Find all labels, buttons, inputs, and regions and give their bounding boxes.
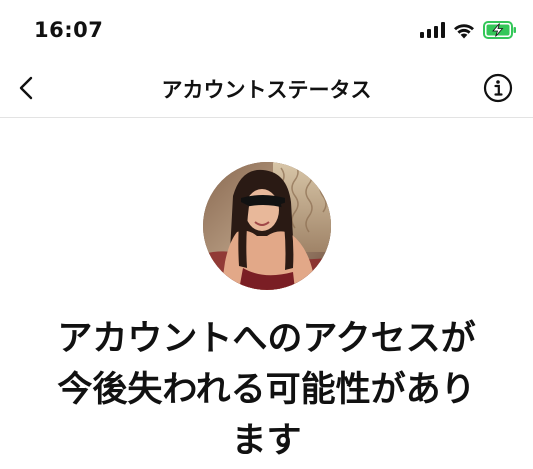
page-title: アカウントステータス — [161, 78, 372, 102]
headline-line: ます — [231, 421, 302, 461]
warning-headline: アカウントへのアクセスが 今後失われる可能性があり ます — [20, 314, 513, 467]
info-circle-icon — [483, 73, 513, 103]
wifi-icon — [453, 22, 475, 39]
status-time: 16:07 — [34, 18, 104, 42]
status-icons — [420, 21, 517, 39]
cellular-signal-icon — [420, 22, 445, 38]
profile-avatar — [203, 162, 331, 290]
info-button[interactable] — [483, 73, 513, 103]
profile-photo — [203, 162, 331, 290]
status-bar: 16:07 — [0, 0, 533, 58]
headline-line: アカウントへのアクセスが — [57, 319, 476, 359]
navigation-bar: アカウントステータス — [0, 58, 533, 118]
headline-line: 今後失われる可能性があり — [57, 370, 476, 410]
account-status-screen: 16:07 アカウントステータス アカウントへのアクセスが 今後失われる可能性が… — [0, 0, 533, 469]
battery-charging-icon — [483, 21, 517, 39]
